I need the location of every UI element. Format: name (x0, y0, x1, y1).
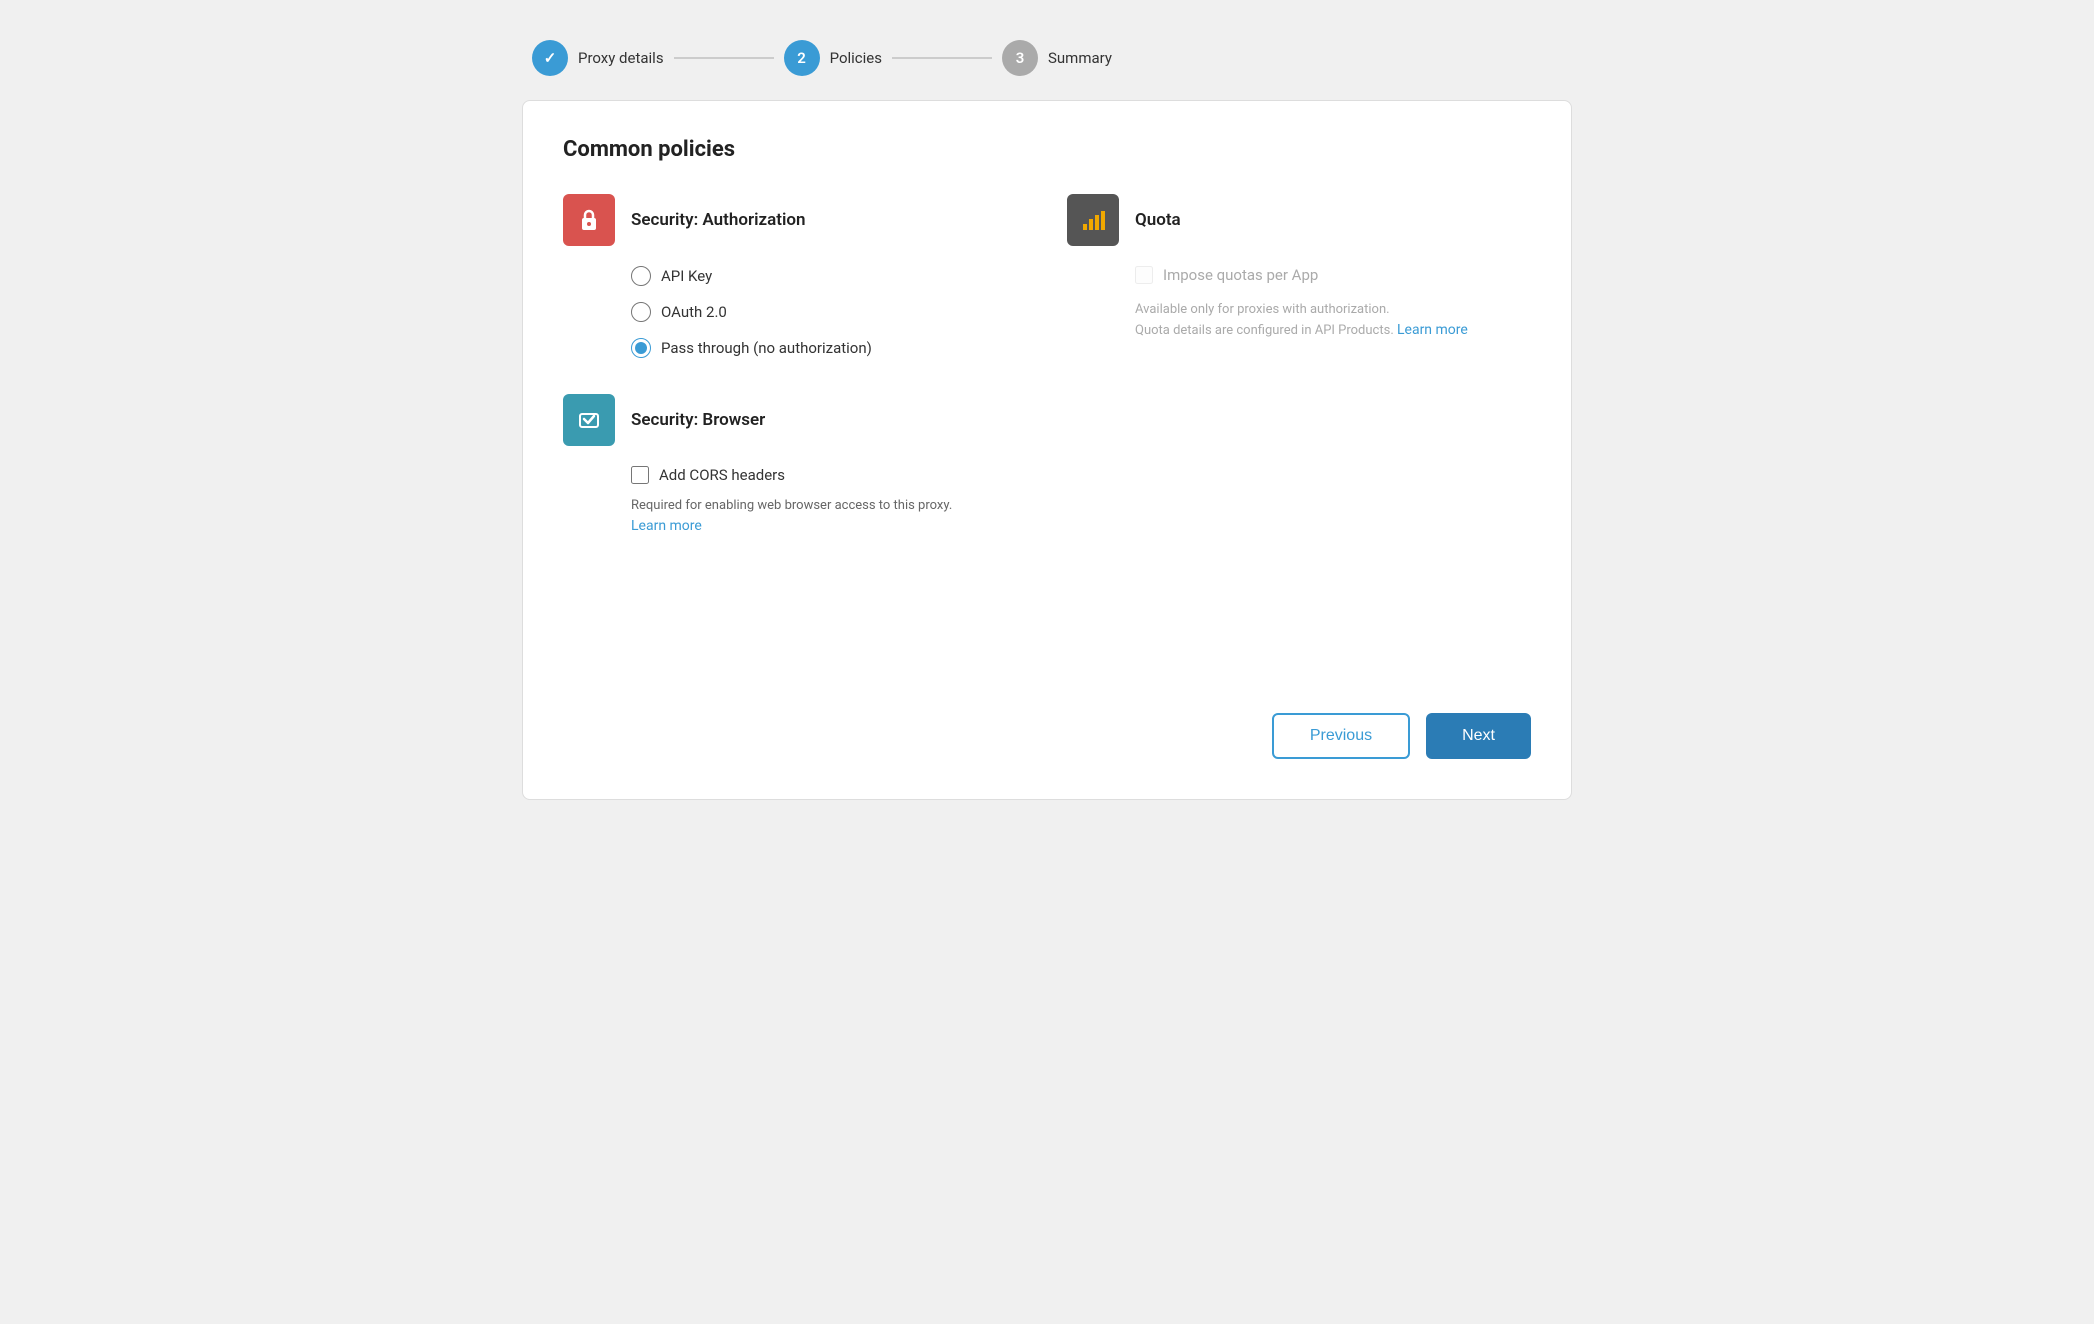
oauth-option[interactable]: OAuth 2.0 (631, 302, 1027, 322)
stepper: ✓ Proxy details 2 Policies 3 Summary (522, 20, 1572, 100)
step-number-policies: 2 (797, 49, 806, 67)
right-column: Quota Impose quotas per App Available on… (1067, 194, 1531, 673)
quota-checkbox-wrapper: Impose quotas per App (1067, 266, 1531, 292)
previous-button[interactable]: Previous (1272, 713, 1410, 759)
api-key-option[interactable]: API Key (631, 266, 1027, 286)
security-browser-icon (563, 394, 615, 446)
quota-section: Quota Impose quotas per App Available on… (1067, 194, 1531, 341)
security-auth-section: Security: Authorization API Key OAuth 2.… (563, 194, 1027, 358)
step-summary: 3 Summary (1002, 40, 1112, 76)
step-connector-1 (674, 57, 774, 59)
oauth-label: OAuth 2.0 (661, 303, 727, 321)
cors-checkbox-group: Add CORS headers (563, 466, 1027, 492)
quota-checkbox[interactable] (1135, 266, 1153, 284)
quota-icon (1067, 194, 1119, 246)
policies-grid: Security: Authorization API Key OAuth 2.… (563, 194, 1531, 673)
checkmark-icon: ✓ (544, 49, 557, 67)
card-title: Common policies (563, 137, 1531, 162)
security-browser-section: Security: Browser Add CORS headers Requi… (563, 394, 1027, 537)
step-circle-policies: 2 (784, 40, 820, 76)
cors-checkbox[interactable] (631, 466, 649, 484)
left-column: Security: Authorization API Key OAuth 2.… (563, 194, 1027, 673)
auth-radio-group: API Key OAuth 2.0 Pass through (no autho… (563, 266, 1027, 358)
step-number-summary: 3 (1016, 49, 1025, 67)
security-auth-title: Security: Authorization (631, 210, 806, 230)
step-policies: 2 Policies (784, 40, 882, 76)
oauth-radio[interactable] (631, 302, 651, 322)
step-circle-proxy-details: ✓ (532, 40, 568, 76)
cors-learn-more-link[interactable]: Learn more (631, 518, 702, 534)
pass-through-option[interactable]: Pass through (no authorization) (631, 338, 1027, 358)
quota-description: Available only for proxies with authoriz… (1067, 300, 1531, 341)
security-browser-title: Security: Browser (631, 410, 765, 430)
quota-header: Quota (1067, 194, 1531, 246)
quota-title: Quota (1135, 210, 1181, 230)
step-label-policies: Policies (830, 49, 882, 67)
cors-description: Required for enabling web browser access… (563, 496, 1027, 537)
quota-checkbox-label: Impose quotas per App (1163, 266, 1318, 284)
cors-option[interactable]: Add CORS headers (631, 466, 1027, 484)
next-button[interactable]: Next (1426, 713, 1531, 759)
main-card: Common policies Security: Autho (522, 100, 1572, 800)
step-connector-2 (892, 57, 992, 59)
security-auth-header: Security: Authorization (563, 194, 1027, 246)
pass-through-radio[interactable] (631, 338, 651, 358)
quota-learn-more-link[interactable]: Learn more (1397, 322, 1468, 338)
step-label-summary: Summary (1048, 49, 1112, 67)
step-circle-summary: 3 (1002, 40, 1038, 76)
step-proxy-details: ✓ Proxy details (532, 40, 664, 76)
security-browser-header: Security: Browser (563, 394, 1027, 446)
bottom-row: Previous Next (563, 713, 1531, 759)
pass-through-label: Pass through (no authorization) (661, 339, 872, 357)
quota-checkbox-option[interactable]: Impose quotas per App (1135, 266, 1531, 284)
security-auth-icon (563, 194, 615, 246)
api-key-label: API Key (661, 267, 712, 285)
api-key-radio[interactable] (631, 266, 651, 286)
step-label-proxy-details: Proxy details (578, 49, 664, 67)
cors-label: Add CORS headers (659, 466, 785, 484)
